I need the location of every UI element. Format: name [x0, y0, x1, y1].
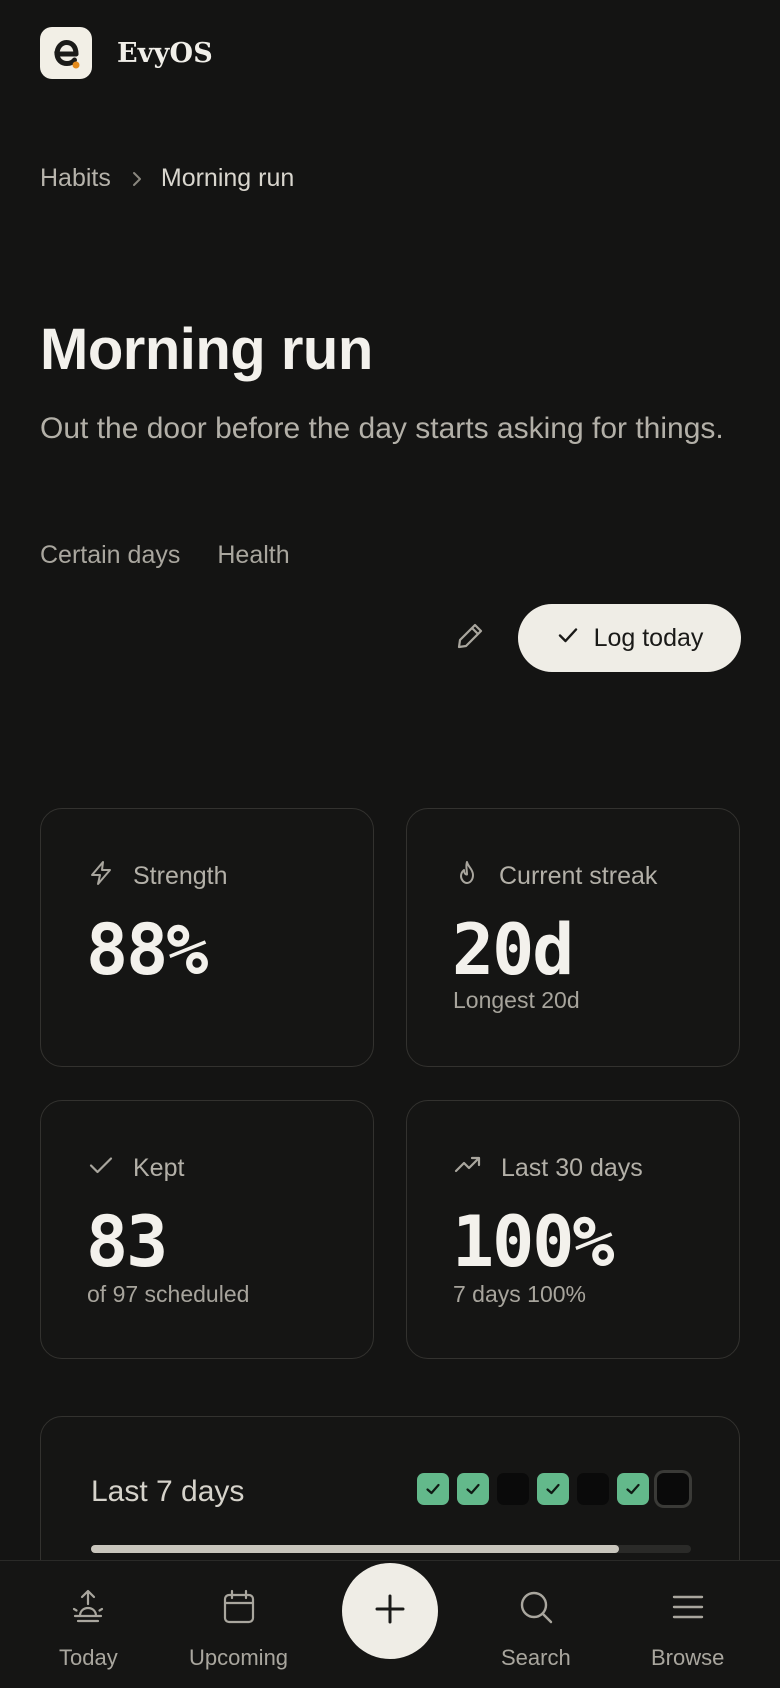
day-2-done: [457, 1473, 489, 1505]
log-today-button[interactable]: Log today: [518, 604, 741, 672]
tag-schedule: Certain days: [40, 541, 181, 569]
page-title: Morning run: [40, 317, 373, 382]
tab-today-label: Today: [59, 1645, 118, 1670]
tab-browse[interactable]: Browse: [651, 1587, 724, 1671]
add-button[interactable]: [342, 1563, 438, 1659]
app-name: EvyOS: [117, 37, 213, 69]
stat-card-last-30: Last 30 days 100% 7 days 100%: [406, 1100, 740, 1359]
tab-upcoming-label: Upcoming: [189, 1645, 289, 1670]
kept-scheduled: of 97 scheduled: [87, 1281, 250, 1307]
day-7-missed: [657, 1473, 689, 1505]
strength-value: 88%: [86, 909, 208, 991]
day-3-missed: [497, 1473, 529, 1505]
week-progress-fill: [91, 1545, 619, 1553]
streak-value: 20d: [452, 909, 574, 991]
last-7-days-label: Last 7 days: [91, 1475, 245, 1508]
sunrise-icon: [68, 1587, 108, 1633]
check-icon: [626, 1483, 640, 1495]
breadcrumb-parent-link[interactable]: Habits: [40, 164, 111, 193]
day-strip: [417, 1473, 689, 1505]
chevron-right-icon: [131, 171, 143, 187]
habit-tags: Certain days Health: [40, 541, 290, 570]
breadcrumb: Habits Morning run: [40, 164, 294, 193]
day-6-done: [617, 1473, 649, 1505]
calendar-icon: [219, 1587, 259, 1633]
check-icon: [546, 1483, 560, 1495]
last-30-value: 100%: [452, 1201, 615, 1283]
log-today-label: Log today: [593, 623, 704, 652]
menu-icon: [668, 1587, 708, 1633]
week-progress-bar: [91, 1545, 691, 1553]
check-icon: [87, 1151, 115, 1186]
stat-card-strength: Strength 88%: [40, 808, 374, 1067]
tag-category: Health: [217, 541, 290, 569]
check-icon: [426, 1483, 440, 1495]
stat-card-streak: Current streak 20d Longest 20d: [406, 808, 740, 1067]
kept-value: 83: [86, 1201, 168, 1283]
habit-description: Out the door before the day starts askin…: [40, 412, 724, 445]
day-1-done: [417, 1473, 449, 1505]
last-30-sub: 7 days 100%: [453, 1281, 586, 1307]
tab-upcoming[interactable]: Upcoming: [189, 1587, 288, 1671]
tab-search-label: Search: [501, 1645, 571, 1670]
lightning-icon: [87, 859, 115, 894]
trending-up-icon: [453, 1151, 483, 1186]
search-icon: [516, 1587, 556, 1633]
check-icon: [466, 1483, 480, 1495]
breadcrumb-current: Morning run: [160, 164, 295, 192]
plus-icon: [372, 1591, 408, 1632]
day-5-missed: [577, 1473, 609, 1505]
tab-browse-label: Browse: [651, 1645, 725, 1670]
last-30-label: Last 30 days: [501, 1154, 643, 1182]
flame-icon: [453, 859, 481, 894]
stat-card-kept: Kept 83 of 97 scheduled: [40, 1100, 374, 1359]
kept-label: Kept: [133, 1154, 185, 1182]
pencil-icon: [454, 620, 486, 657]
tab-today[interactable]: Today: [59, 1587, 118, 1671]
day-4-done: [537, 1473, 569, 1505]
check-icon: [556, 623, 580, 654]
streak-label: Current streak: [499, 862, 658, 890]
evyos-logo-icon[interactable]: [40, 27, 92, 79]
edit-button[interactable]: [452, 620, 488, 656]
strength-label: Strength: [133, 862, 228, 890]
app-header: EvyOS: [0, 0, 780, 106]
streak-longest: Longest 20d: [453, 987, 580, 1013]
tab-search[interactable]: Search: [501, 1587, 571, 1671]
